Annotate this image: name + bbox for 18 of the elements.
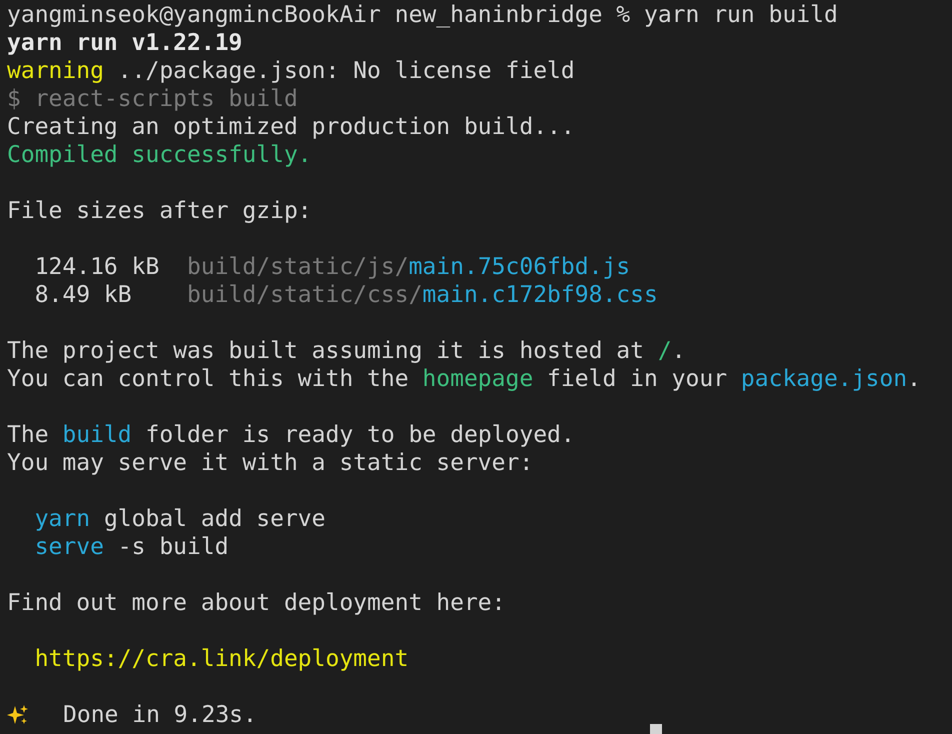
terminal-line: Creating an optimized production build... — [7, 113, 575, 141]
terminal-line: yarn global add serve — [34, 505, 326, 533]
terminal-line: Find out more about deployment here: — [7, 589, 506, 617]
terminal-line: You can control this with the homepage field in your package.json. — [7, 365, 921, 393]
terminal-line: Compiled successfully. — [7, 141, 312, 169]
terminal-line: yarn run v1.22.19 — [7, 29, 242, 57]
terminal-line: $ react-scripts build — [7, 85, 298, 113]
terminal-line: https://cra.link/deployment — [34, 645, 409, 673]
terminal-line: The project was built assuming it is hosted at /. — [7, 337, 686, 365]
terminal-line: You may serve it with a static server: — [7, 449, 534, 477]
terminal-line: File sizes after gzip: — [7, 197, 312, 225]
terminal-line: yangminseok@yangmincBookAir new_haninbridge % yarn run build — [7, 1, 838, 29]
terminal-line: Done in 9.23s. — [63, 701, 257, 729]
terminal-line: serve -s build — [34, 533, 229, 561]
terminal-line: 124.16 kB build/static/js/main.75c06fbd.js — [34, 253, 630, 281]
terminal-line: 8.49 kB build/static/css/main.c172bf98.css — [34, 281, 658, 309]
terminal-line: The build folder is ready to be deployed. — [7, 421, 575, 449]
terminal-line: warning ../package.json: No license field — [7, 57, 575, 85]
